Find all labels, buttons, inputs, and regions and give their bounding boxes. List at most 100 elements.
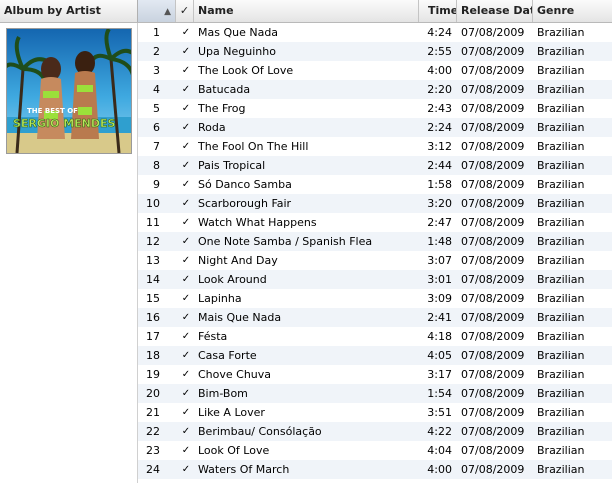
track-number: 16 bbox=[146, 311, 160, 324]
track-checkbox[interactable]: ✓ bbox=[181, 80, 191, 99]
track-checkbox[interactable]: ✓ bbox=[181, 365, 191, 384]
track-genre: Brazilian bbox=[537, 463, 585, 476]
genre-header-label: Genre bbox=[537, 4, 575, 17]
track-genre: Brazilian bbox=[537, 387, 585, 400]
track-genre: Brazilian bbox=[537, 26, 585, 39]
track-name: Fésta bbox=[198, 330, 228, 343]
track-checkbox[interactable]: ✓ bbox=[181, 327, 191, 346]
track-number: 12 bbox=[146, 235, 160, 248]
track-checkbox[interactable]: ✓ bbox=[181, 270, 191, 289]
track-genre: Brazilian bbox=[537, 197, 585, 210]
track-number: 10 bbox=[146, 197, 160, 210]
track-checkbox[interactable]: ✓ bbox=[181, 232, 191, 251]
track-row[interactable]: 13 ✓ Night And Day 3:07 07/08/2009 Brazilian bbox=[138, 251, 612, 270]
track-name: The Fool On The Hill bbox=[198, 140, 309, 153]
track-number-header[interactable]: ▲ bbox=[138, 0, 176, 22]
track-row[interactable]: 3 ✓ The Look Of Love 4:00 07/08/2009 Brazilia… bbox=[138, 61, 612, 80]
track-checkbox[interactable]: ✓ bbox=[181, 118, 191, 137]
track-number: 2 bbox=[153, 45, 160, 58]
track-name: Mais Que Nada bbox=[198, 311, 282, 324]
track-checkbox[interactable]: ✓ bbox=[181, 42, 191, 61]
track-time: 3:09 bbox=[427, 292, 452, 305]
track-checkbox[interactable]: ✓ bbox=[181, 61, 191, 80]
track-checkbox[interactable]: ✓ bbox=[181, 308, 191, 327]
track-row[interactable]: 16 ✓ Mais Que Nada 2:41 07/08/2009 Brazilian bbox=[138, 308, 612, 327]
track-release-date: 07/08/2009 bbox=[461, 102, 525, 115]
track-checkbox[interactable]: ✓ bbox=[181, 213, 191, 232]
track-row[interactable]: 11 ✓ Watch What Happens 2:47 07/08/2009 Brazi… bbox=[138, 213, 612, 232]
album-by-artist-label: Album by Artist bbox=[4, 4, 101, 17]
track-checkbox[interactable]: ✓ bbox=[181, 23, 191, 42]
track-row[interactable]: 18 ✓ Casa Forte 4:05 07/08/2009 Brazilian bbox=[138, 346, 612, 365]
track-name: Lapinha bbox=[198, 292, 242, 305]
album-artwork-image: THE BEST OF SERGIO MENDES bbox=[7, 29, 131, 153]
track-genre: Brazilian bbox=[537, 235, 585, 248]
track-release-date: 07/08/2009 bbox=[461, 235, 525, 248]
track-row[interactable]: 6 ✓ Roda 2:24 07/08/2009 Brazilian bbox=[138, 118, 612, 137]
track-number: 7 bbox=[153, 140, 160, 153]
track-time: 3:17 bbox=[427, 368, 452, 381]
album-cover-title: SERGIO MENDES bbox=[13, 117, 116, 130]
track-row[interactable]: 14 ✓ Look Around 3:01 07/08/2009 Brazilian bbox=[138, 270, 612, 289]
track-checkbox[interactable]: ✓ bbox=[181, 99, 191, 118]
track-row[interactable]: 9 ✓ Só Danco Samba 1:58 07/08/2009 Brazilian bbox=[138, 175, 612, 194]
track-row[interactable]: 4 ✓ Batucada 2:20 07/08/2009 Brazilian bbox=[138, 80, 612, 99]
track-number: 14 bbox=[146, 273, 160, 286]
track-checkbox[interactable]: ✓ bbox=[181, 346, 191, 365]
album-artwork[interactable]: THE BEST OF SERGIO MENDES bbox=[6, 28, 132, 154]
track-checkbox[interactable]: ✓ bbox=[181, 384, 191, 403]
genre-header[interactable]: Genre bbox=[533, 0, 612, 22]
track-release-date: 07/08/2009 bbox=[461, 311, 525, 324]
track-row[interactable]: 23 ✓ Look Of Love 4:04 07/08/2009 Brazilian bbox=[138, 441, 612, 460]
track-checkbox[interactable]: ✓ bbox=[181, 289, 191, 308]
track-row[interactable]: 20 ✓ Bim-Bom 1:54 07/08/2009 Brazilian bbox=[138, 384, 612, 403]
track-row[interactable]: 15 ✓ Lapinha 3:09 07/08/2009 Brazilian bbox=[138, 289, 612, 308]
track-row[interactable]: 19 ✓ Chove Chuva 3:17 07/08/2009 Brazilian bbox=[138, 365, 612, 384]
track-checkbox[interactable]: ✓ bbox=[181, 403, 191, 422]
track-row[interactable]: 24 ✓ Waters Of March 4:00 07/08/2009 Brazilia… bbox=[138, 460, 612, 479]
track-time: 3:07 bbox=[427, 254, 452, 267]
track-time: 4:18 bbox=[427, 330, 452, 343]
track-number: 13 bbox=[146, 254, 160, 267]
track-row[interactable]: 21 ✓ Like A Lover 3:51 07/08/2009 Brazilian bbox=[138, 403, 612, 422]
track-time: 1:48 bbox=[427, 235, 452, 248]
track-release-date: 07/08/2009 bbox=[461, 406, 525, 419]
release-date-header[interactable]: Release Date bbox=[457, 0, 533, 22]
track-number: 15 bbox=[146, 292, 160, 305]
checkbox-header[interactable]: ✓ bbox=[176, 0, 194, 22]
track-release-date: 07/08/2009 bbox=[461, 197, 525, 210]
release-date-header-label: Release Date bbox=[461, 4, 532, 17]
track-name: Watch What Happens bbox=[198, 216, 317, 229]
name-header[interactable]: Name bbox=[194, 0, 419, 22]
track-release-date: 07/08/2009 bbox=[461, 292, 525, 305]
track-row[interactable]: 2 ✓ Upa Neguinho 2:55 07/08/2009 Brazilian bbox=[138, 42, 612, 61]
track-row[interactable]: 22 ✓ Berimbau/ Consólação 4:22 07/08/2009 Bra… bbox=[138, 422, 612, 441]
track-number: 9 bbox=[153, 178, 160, 191]
track-time: 4:05 bbox=[427, 349, 452, 362]
track-release-date: 07/08/2009 bbox=[461, 83, 525, 96]
track-row[interactable]: 5 ✓ The Frog 2:43 07/08/2009 Brazilian bbox=[138, 99, 612, 118]
itunes-song-list: Album by Artist ▲ ✓ Name Time Release Da… bbox=[0, 0, 612, 483]
track-row[interactable]: 17 ✓ Fésta 4:18 07/08/2009 Brazilian bbox=[138, 327, 612, 346]
album-by-artist-header[interactable]: Album by Artist bbox=[0, 0, 138, 22]
track-checkbox[interactable]: ✓ bbox=[181, 137, 191, 156]
track-time: 2:44 bbox=[427, 159, 452, 172]
track-row[interactable]: 10 ✓ Scarborough Fair 3:20 07/08/2009 Brazili… bbox=[138, 194, 612, 213]
track-release-date: 07/08/2009 bbox=[461, 387, 525, 400]
track-row[interactable]: 7 ✓ The Fool On The Hill 3:12 07/08/2009 Braz… bbox=[138, 137, 612, 156]
track-checkbox[interactable]: ✓ bbox=[181, 460, 191, 479]
track-checkbox[interactable]: ✓ bbox=[181, 422, 191, 441]
name-header-label: Name bbox=[198, 4, 234, 17]
track-genre: Brazilian bbox=[537, 349, 585, 362]
time-header[interactable]: Time bbox=[419, 0, 457, 22]
track-row[interactable]: 8 ✓ Pais Tropical 2:44 07/08/2009 Brazilian bbox=[138, 156, 612, 175]
track-checkbox[interactable]: ✓ bbox=[181, 251, 191, 270]
track-name: Look Of Love bbox=[198, 444, 270, 457]
track-name: Berimbau/ Consólação bbox=[198, 425, 322, 438]
track-checkbox[interactable]: ✓ bbox=[181, 194, 191, 213]
track-checkbox[interactable]: ✓ bbox=[181, 441, 191, 460]
track-checkbox[interactable]: ✓ bbox=[181, 175, 191, 194]
track-row[interactable]: 12 ✓ One Note Samba / Spanish Flea 1:48 07/0… bbox=[138, 232, 612, 251]
track-row[interactable]: 1 ✓ Mas Que Nada 4:24 07/08/2009 Brazilian bbox=[138, 23, 612, 42]
track-checkbox[interactable]: ✓ bbox=[181, 156, 191, 175]
